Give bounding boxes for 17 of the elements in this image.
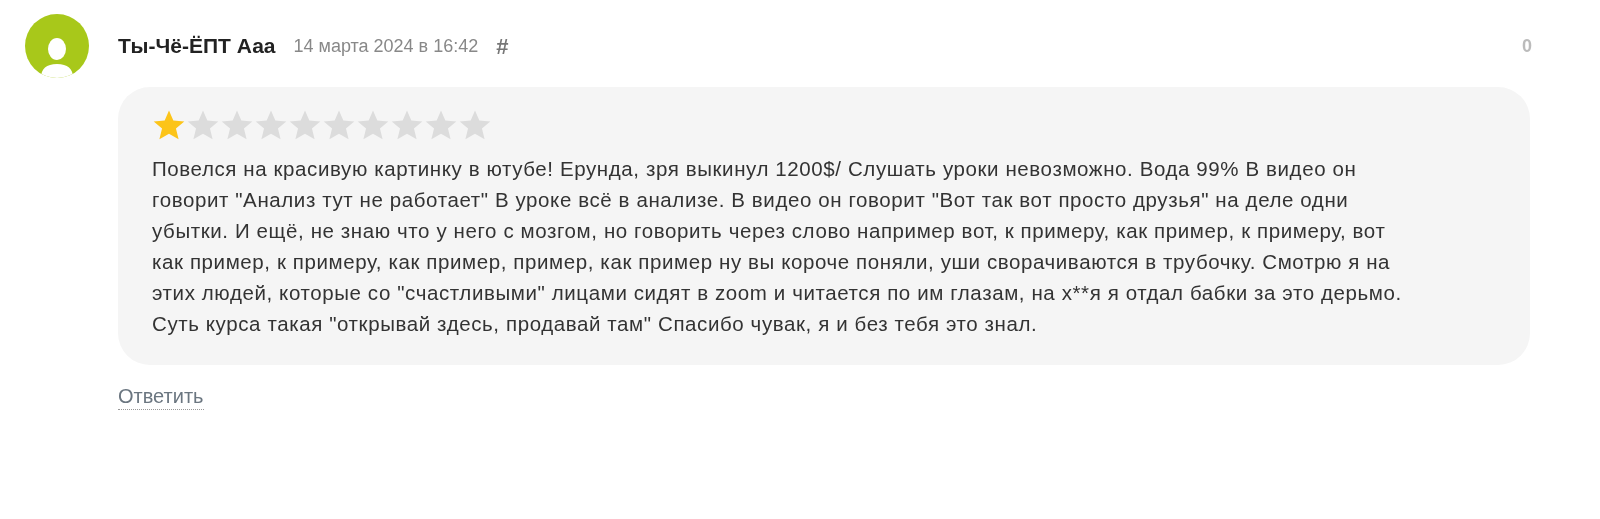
vote-score: 0 <box>1522 34 1532 58</box>
star-icon <box>424 109 458 141</box>
comment-date: 14 марта 2024 в 16:42 <box>293 34 479 58</box>
comment-text: Повелся на красивую картинку в ютубе! Ерунда, зря выкинул 1200$/ Слушать уроки невозможно. Вода 99% В видео он говорит "Анализ тут не работает" В уроке всё в анализе. В видео он говорит "Вот так вот просто друзья" на деле одни убытки. И ещё, не знаю что у него с мозгом, но говорить через слово например вот, к примеру, как пример, к примеру, вот как пример, к примеру, как пример, пример, как пример ну вы короче поняли, уши сворачиваются в трубочку. Смотрю я на этих людей, которые со "счастливыми" лицами сидят в zoom и читается по им глазам, на х**я я отдал бабки за это дерьмо. Суть курса такая "открывай здесь, продавай там" Спасибо чувак, я и без тебя это знал. <box>152 156 1402 337</box>
star-icon <box>186 109 220 141</box>
user-silhouette-icon <box>39 36 75 78</box>
star-icon <box>220 109 254 141</box>
permalink[interactable]: # <box>496 29 509 63</box>
star-icon <box>322 109 356 141</box>
star-icon <box>356 109 390 141</box>
star-icon <box>152 109 186 141</box>
star-icon <box>390 109 424 141</box>
reply-link[interactable]: Ответить <box>118 383 204 410</box>
star-icon <box>254 109 288 141</box>
star-icon <box>458 109 492 141</box>
star-icon <box>288 109 322 141</box>
author-name: Ты-Чё-ЁПТ Ааа <box>118 33 276 60</box>
